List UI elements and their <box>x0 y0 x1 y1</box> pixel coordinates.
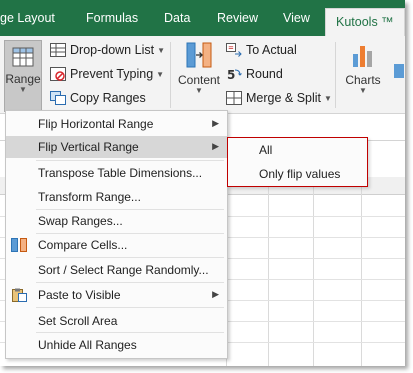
grid-line <box>361 177 362 366</box>
flip-vertical-submenu: All Only flip values <box>227 137 368 187</box>
menu-item-label: Paste to Visible <box>38 288 121 302</box>
menu-item-label: Swap Ranges... <box>38 214 123 228</box>
menu-item-label: Transform Range... <box>38 190 141 204</box>
dropdown-list-label: Drop-down List <box>70 43 155 57</box>
bar-chart-icon <box>353 46 372 67</box>
ribbon-divider <box>170 42 171 108</box>
ribbon-tab-bar: ge Layout Formulas Data Review View Kuto… <box>0 0 405 36</box>
menu-item-label: Flip Horizontal Range <box>38 117 154 131</box>
to-actual-button[interactable]: = To Actual <box>226 40 297 60</box>
tab-page-layout[interactable]: ge Layout <box>0 11 55 25</box>
menu-separator <box>36 160 224 161</box>
tab-data[interactable]: Data <box>164 11 190 25</box>
chevron-down-icon: ▼ <box>359 86 367 95</box>
chevron-down-icon: ▼ <box>324 93 332 103</box>
dropdown-list-button[interactable]: Drop-down List ▼ <box>50 40 165 60</box>
menu-item-label: Flip Vertical Range <box>38 140 139 154</box>
content-label: Content <box>177 73 221 87</box>
menu-item-label: Set Scroll Area <box>38 314 118 328</box>
grid-line <box>268 177 269 366</box>
round-button[interactable]: 5 Round <box>226 64 283 84</box>
charts-button[interactable]: Charts ▼ <box>341 40 385 112</box>
more-icon[interactable] <box>390 62 405 80</box>
menu-item-compare-cells[interactable]: Compare Cells... <box>6 234 227 256</box>
paste-icon <box>12 288 27 302</box>
merge-split-label: Merge & Split <box>246 91 322 105</box>
submenu-item-only-flip-values[interactable]: Only flip values <box>228 163 367 185</box>
round-label: Round <box>246 67 283 81</box>
menu-separator <box>36 282 224 283</box>
menu-item-label: Compare Cells... <box>38 238 128 252</box>
copy-ranges-label: Copy Ranges <box>70 91 146 105</box>
range-dropdown-menu: Flip Horizontal Range ▶ Flip Vertical Ra… <box>5 110 228 359</box>
menu-item-paste-to-visible[interactable]: Paste to Visible ▶ <box>6 284 227 306</box>
chevron-down-icon: ▼ <box>195 86 203 95</box>
chevron-right-icon: ▶ <box>212 289 219 299</box>
menu-item-label: Transpose Table Dimensions... <box>38 166 203 180</box>
merge-split-icon <box>226 91 242 105</box>
menu-item-label: Sort / Select Range Randomly... <box>38 263 209 277</box>
menu-item-set-scroll-area[interactable]: Set Scroll Area <box>6 310 227 332</box>
charts-label: Charts <box>345 73 381 87</box>
submenu-item-label: Only flip values <box>259 167 341 181</box>
range-label: Range <box>5 72 41 86</box>
tab-view[interactable]: View <box>283 11 310 25</box>
content-button[interactable]: Content ▼ <box>176 40 222 112</box>
copy-ranges-button[interactable]: Copy Ranges <box>50 88 146 108</box>
chevron-right-icon: ▶ <box>212 141 219 151</box>
round-icon: 5 <box>227 68 242 81</box>
to-actual-icon: = <box>226 43 242 57</box>
prevent-typing-label: Prevent Typing <box>70 67 154 81</box>
tab-kutools[interactable]: Kutools ™ <box>325 8 405 36</box>
chevron-down-icon: ▼ <box>156 69 165 79</box>
menu-separator <box>36 257 224 258</box>
range-icon <box>12 47 34 67</box>
menu-item-transpose-table-dimensions[interactable]: Transpose Table Dimensions... <box>6 162 227 184</box>
menu-separator <box>36 307 224 308</box>
compare-cells-icon <box>11 238 27 252</box>
range-button[interactable]: Range ▼ <box>4 40 42 112</box>
content-icon <box>186 42 212 68</box>
tab-formulas[interactable]: Formulas <box>86 11 138 25</box>
dropdown-list-icon <box>50 43 66 57</box>
menu-item-unhide-all-ranges[interactable]: Unhide All Ranges <box>6 334 227 356</box>
svg-text:5: 5 <box>227 68 235 81</box>
ribbon-divider <box>335 42 336 108</box>
menu-item-label: Unhide All Ranges <box>38 338 137 352</box>
submenu-item-label: All <box>259 143 273 157</box>
to-actual-label: To Actual <box>246 43 297 57</box>
grid-line <box>313 177 314 366</box>
svg-text:=: = <box>228 44 234 52</box>
excel-window: ge Layout Formulas Data Review View Kuto… <box>0 0 405 366</box>
menu-item-flip-horizontal-range[interactable]: Flip Horizontal Range ▶ <box>6 113 227 135</box>
chevron-down-icon: ▼ <box>19 85 27 94</box>
menu-item-transform-range[interactable]: Transform Range... <box>6 186 227 208</box>
prevent-typing-button[interactable]: Prevent Typing ▼ <box>50 64 164 84</box>
menu-item-sort-select-range-randomly[interactable]: Sort / Select Range Randomly... <box>6 259 227 281</box>
prevent-typing-icon <box>50 67 66 81</box>
tab-review[interactable]: Review <box>217 11 258 25</box>
submenu-item-all[interactable]: All <box>228 139 367 161</box>
chevron-right-icon: ▶ <box>212 118 219 128</box>
merge-split-button[interactable]: Merge & Split ▼ <box>226 88 332 108</box>
ribbon: Range ▼ Drop-down List ▼ Prevent Typing … <box>0 36 405 114</box>
menu-item-flip-vertical-range[interactable]: Flip Vertical Range ▶ <box>6 136 227 158</box>
menu-item-swap-ranges[interactable]: Swap Ranges... <box>6 210 227 232</box>
chevron-down-icon: ▼ <box>157 45 165 55</box>
copy-ranges-icon <box>50 91 66 105</box>
menu-separator <box>36 332 224 333</box>
